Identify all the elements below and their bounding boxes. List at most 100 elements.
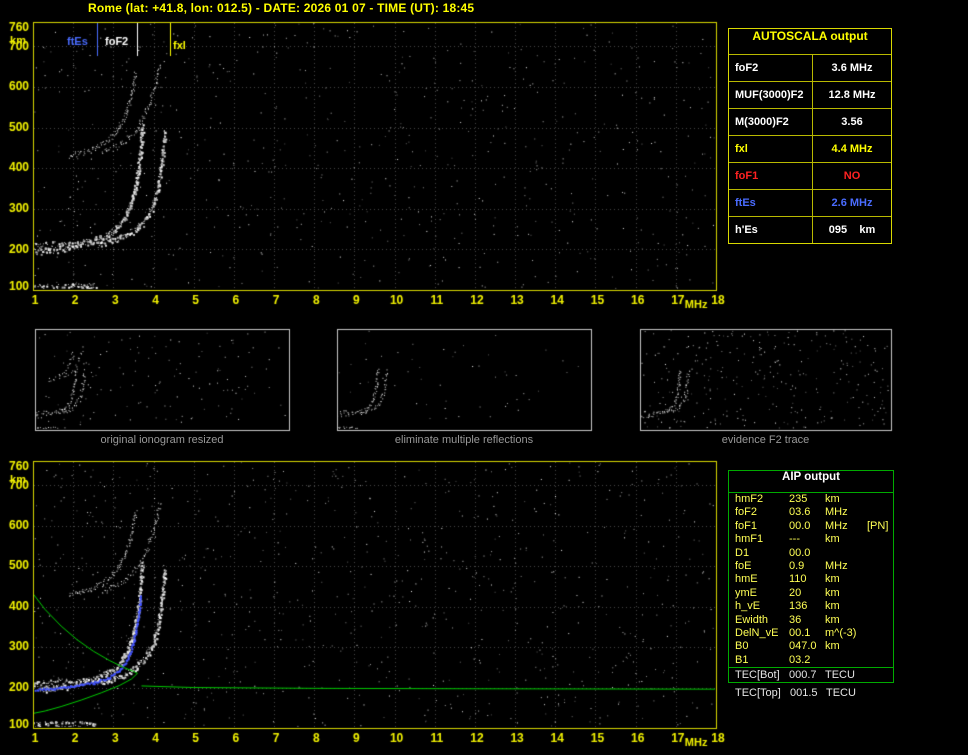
row-aip-fof1-extra: [PN] <box>867 519 889 532</box>
row-hve-label: h_vE <box>735 600 761 613</box>
row-d1-extra <box>867 547 893 560</box>
row-b1: B1 03.2 <box>729 654 893 667</box>
row-d1-label: D1 <box>735 546 750 559</box>
row-fof2: foF2 3.6 MHz <box>729 54 891 81</box>
row-b0-unit: km <box>825 640 840 653</box>
page-title: Rome (lat: +41.8, lon: 012.5) - DATE: 20… <box>88 1 475 15</box>
row-m3000f2-label: M(3000)F2 <box>729 109 813 135</box>
row-aip-fof1-label: foF1 <box>735 519 758 532</box>
row-hmf2-value: 235 <box>789 493 808 505</box>
row-aip-fof2: foF2 03.6 MHz <box>729 506 893 519</box>
row-tec-bot-value: 000.7 <box>789 669 817 682</box>
aip-table-header: AIP output <box>729 471 893 493</box>
row-d1-value: 00.0 <box>789 546 811 559</box>
row-foe-value: 0.9 <box>789 559 805 572</box>
thumbnail-caption-original: original ionogram resized <box>100 434 224 446</box>
row-hmf1-value: --- <box>789 533 800 546</box>
row-fxl-label: fxl <box>729 136 813 162</box>
row-b0: B0 047.0 km <box>729 640 893 653</box>
row-aip-fof1-value: 00.0 <box>789 519 811 532</box>
row-hmf1: hmF1 --- km <box>729 533 893 546</box>
row-hmf2-unit: km <box>825 493 840 505</box>
row-hmf1-label: hmF1 <box>735 533 764 546</box>
row-d1: D1 00.0 <box>729 547 893 560</box>
row-yme: ymE 20 km <box>729 587 893 600</box>
row-hes-label: h'Es <box>729 217 813 243</box>
row-b1-value: 03.2 <box>789 653 811 666</box>
row-foe-label: foE <box>735 559 752 572</box>
row-delnve-extra <box>867 627 893 640</box>
row-fxl: fxl 4.4 MHz <box>729 135 891 162</box>
row-aip-fof1-unit: MHz <box>825 519 848 532</box>
row-delnve: DelN_vE 00.1 m^(-3) <box>729 627 893 640</box>
row-hme: hmE 110 km <box>729 573 893 586</box>
autoscala-table-header: AUTOSCALA output <box>752 29 868 43</box>
row-delnve-value: 00.1 <box>789 626 811 639</box>
autoscala-app-window: Rome (lat: +41.8, lon: 012.5) - DATE: 20… <box>0 0 968 755</box>
row-yme-unit: km <box>825 586 840 599</box>
row-fof2-value: 3.6 MHz <box>831 62 873 74</box>
row-d1-unit <box>825 547 867 560</box>
row-ftes-label: ftEs <box>729 190 813 216</box>
row-tec-bot-label: TEC[Bot] <box>735 669 780 682</box>
row-foe-unit: MHz <box>825 559 848 572</box>
row-ewidth: Ewidth 36 km <box>729 614 893 627</box>
row-m3000f2-value: 3.56 <box>841 116 863 128</box>
row-fof2-label: foF2 <box>729 55 813 81</box>
row-ewidth-value: 36 <box>789 613 802 626</box>
row-ewidth-label: Ewidth <box>735 613 769 626</box>
row-b1-label: B1 <box>735 653 749 666</box>
row-hve-unit: km <box>825 600 840 613</box>
row-fof1-label: foF1 <box>729 163 813 189</box>
aip-output-table: AIP output hmF2 235 km foF2 03.6 MHz foF… <box>728 470 894 684</box>
row-foe-extra <box>867 560 893 573</box>
row-b0-value: 047.0 <box>789 640 817 653</box>
row-delnve-label: DelN_vE <box>735 626 779 639</box>
row-b1-unit <box>825 654 867 667</box>
row-hmf2-extra <box>867 493 893 506</box>
row-aip-fof2-label: foF2 <box>735 506 758 519</box>
row-hmf2-label: hmF2 <box>735 493 764 505</box>
row-foe: foE 0.9 MHz <box>729 560 893 573</box>
row-muf3000f2-value: 12.8 MHz <box>828 89 876 101</box>
row-b0-extra <box>867 640 893 653</box>
row-hes: h'Es 095 km <box>729 216 891 243</box>
row-fof1: foF1 NO <box>729 162 891 189</box>
row-fxl-value: 4.4 MHz <box>831 143 873 155</box>
row-aip-fof1: foF1 00.0 MHz [PN] <box>729 520 893 533</box>
row-tec-top-label: TEC[Top] <box>735 687 781 699</box>
row-yme-value: 20 <box>789 586 802 599</box>
row-hme-label: hmE <box>735 573 758 586</box>
row-b1-extra <box>867 654 893 667</box>
row-tec-bot-unit: TECU <box>825 669 855 682</box>
row-hmf1-extra <box>867 533 893 546</box>
thumbnail-caption-eliminate: eliminate multiple reflections <box>394 434 534 446</box>
row-delnve-unit: m^(-3) <box>825 626 857 639</box>
autoscala-output-table: AUTOSCALA output foF2 3.6 MHz MUF(3000)F… <box>728 28 892 244</box>
thumbnail-caption-evidence: evidence F2 trace <box>721 434 810 446</box>
row-ewidth-extra <box>867 614 893 627</box>
row-m3000f2: M(3000)F2 3.56 <box>729 108 891 135</box>
row-aip-fof2-extra <box>867 506 893 519</box>
row-hmf1-unit: km <box>825 533 840 546</box>
row-hes-value: 095 km <box>828 224 876 236</box>
row-hve-value: 136 <box>789 600 808 613</box>
row-aip-fof2-unit: MHz <box>825 506 848 519</box>
row-muf3000f2: MUF(3000)F2 12.8 MHz <box>729 81 891 108</box>
row-tec-bot: TEC[Bot] 000.7 TECU <box>729 667 893 682</box>
row-b0-label: B0 <box>735 640 749 653</box>
row-ftes-value: 2.6 MHz <box>831 197 873 209</box>
row-tec-top-value: 001.5 <box>790 687 818 699</box>
row-hve-extra <box>867 600 893 613</box>
row-hme-value: 110 <box>789 573 807 586</box>
row-fof1-value: NO <box>843 170 861 182</box>
row-tec-top: TEC[Top] 001.5 TECU <box>728 687 894 701</box>
row-muf3000f2-label: MUF(3000)F2 <box>729 82 813 108</box>
row-yme-extra <box>867 587 893 600</box>
row-ftes: ftEs 2.6 MHz <box>729 189 891 216</box>
row-hmf2: hmF2 235 km <box>729 493 893 506</box>
row-aip-fof2-value: 03.6 <box>789 506 811 519</box>
row-ewidth-unit: km <box>825 613 840 626</box>
row-tec-top-unit: TECU <box>826 687 856 699</box>
row-hve: h_vE 136 km <box>729 600 893 613</box>
